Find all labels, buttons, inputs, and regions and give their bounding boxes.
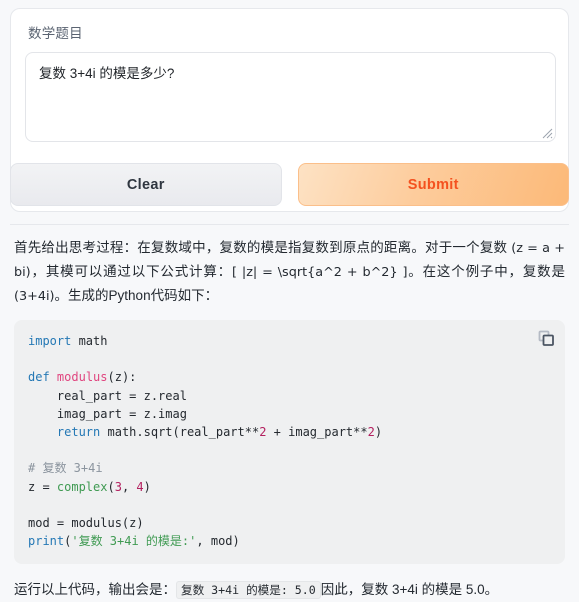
math-question-input[interactable] [25, 52, 556, 142]
form-actions: Clear Submit [10, 163, 569, 206]
explanation-text-2: ，其模可以通过以下公式计算： [30, 264, 232, 279]
explanation-text-4: 。生成的Python代码如下： [54, 288, 219, 303]
explanation-paragraph: 首先给出思考过程：在复数域中，复数的模是指复数到原点的距离。对于一个复数 (z … [14, 236, 565, 308]
closing-text-1: 运行以上代码，输出会是： [14, 582, 176, 598]
response-output: 首先给出思考过程：在复数域中，复数的模是指复数到原点的距离。对于一个复数 (z … [14, 236, 565, 602]
inline-math-3: (3+4i) [14, 289, 55, 304]
closing-paragraph: 运行以上代码，输出会是： 复数 3+4i 的模是: 5.0 因此，复数 3+4i 的… [14, 578, 565, 602]
page-title: 数学题目 [28, 26, 83, 41]
explanation-text-3: 。在这个例子中，复数是 [407, 264, 566, 279]
python-code: import math def modulus(z): real_part = … [28, 334, 383, 549]
clear-button[interactable]: Clear [10, 163, 282, 206]
closing-text-2: 因此，复数 3+4i 的模是 5.0。 [320, 582, 499, 598]
inline-output-code: 复数 3+4i 的模是: 5.0 [176, 581, 321, 600]
submit-button[interactable]: Submit [297, 163, 569, 206]
textarea-wrapper [25, 52, 556, 142]
inline-math-2: [ |z| = \sqrt{a^2 + b^2} ] [232, 265, 408, 280]
copy-icon[interactable] [537, 329, 555, 347]
explanation-text-1: 首先给出思考过程：在复数域中，复数的模是指复数到原点的距离。对于一个复数 [14, 240, 512, 255]
section-divider [10, 224, 569, 225]
code-block: import math def modulus(z): real_part = … [14, 320, 565, 565]
